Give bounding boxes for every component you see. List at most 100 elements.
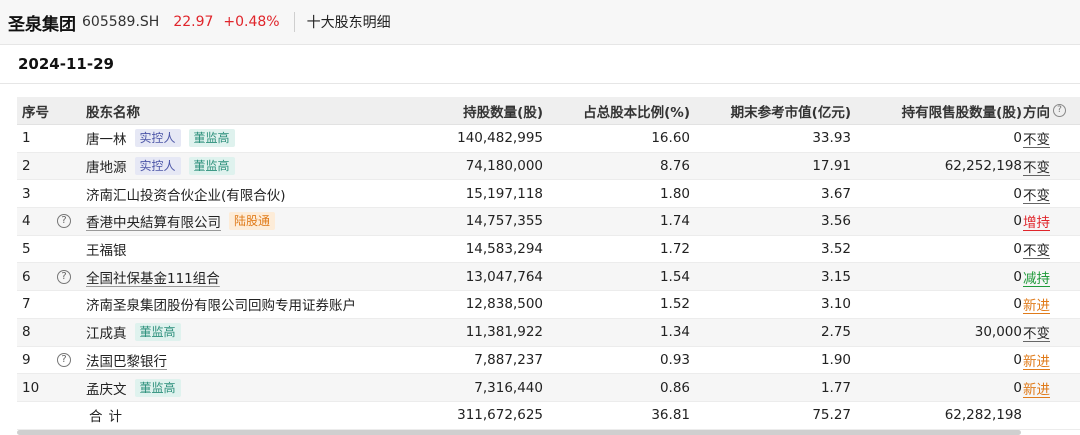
market-value: 1.77 <box>820 379 851 396</box>
question-circle-icon[interactable]: ? <box>57 214 71 229</box>
direction-link[interactable]: 不变 <box>1023 239 1050 259</box>
shareholder-name-cell: 唐一林 实控人 董监高 <box>86 125 235 152</box>
shares-value: 11,381,922 <box>465 324 543 341</box>
shareholder-name: 孟庆文 <box>86 381 127 398</box>
shareholder-name-cell: 济南汇山投资合伙企业(有限合伙) <box>86 180 286 207</box>
table-row: 9? 法国巴黎银行 7,887,237 0.93 1.90 0 新进 <box>17 347 1080 375</box>
market-value: 3.52 <box>820 241 851 258</box>
direction-link[interactable]: 新进 <box>1023 294 1050 314</box>
market-value: 3.67 <box>820 185 851 202</box>
row-index: 1 <box>22 130 31 147</box>
restricted-value: 0 <box>1013 130 1022 147</box>
shareholder-name-cell: 王福银 <box>86 236 127 263</box>
shareholder-name-cell: 全国社保基金111组合 <box>86 263 220 290</box>
table-row: 3 济南汇山投资合伙企业(有限合伙) 15,197,118 1.80 3.67 0 不变 <box>17 180 1080 209</box>
shares-value: 14,583,294 <box>465 241 543 258</box>
shareholder-name: 唐地源 <box>86 160 127 177</box>
shareholder-name-cell: 香港中央結算有限公司 陆股通 <box>86 208 276 235</box>
horizontal-scrollbar[interactable] <box>17 430 1021 435</box>
table-row: 10 孟庆文 董监高 7,316,440 0.86 1.77 0 新进 <box>17 374 1080 402</box>
restricted-value: 0 <box>1013 379 1022 396</box>
table-row: 6? 全国社保基金111组合 13,047,764 1.54 3.15 0 减持 <box>17 263 1080 292</box>
direction-cell: 新进 <box>1023 374 1050 401</box>
shares-value: 12,838,500 <box>465 296 543 313</box>
shares-value: 74,180,000 <box>465 158 543 175</box>
ratio-value: 8.76 <box>659 158 690 175</box>
row-index: 10 <box>22 379 40 396</box>
direction-cell: 不变 <box>1023 236 1050 263</box>
direction-link[interactable]: 新进 <box>1023 378 1050 398</box>
shares-value: 15,197,118 <box>465 185 543 202</box>
shareholder-tag: 董监高 <box>188 157 235 176</box>
col-header-shares[interactable]: 持股数量(股) <box>463 97 543 124</box>
col-header-market-value[interactable]: 期末参考市值(亿元) <box>731 97 851 124</box>
shareholder-tag: 董监高 <box>188 129 235 148</box>
restricted-value: 30,000 <box>974 324 1022 341</box>
col-header-ratio[interactable]: 占总股本比例(%) <box>583 97 690 124</box>
col-header-direction: 方向 ? <box>1023 97 1066 124</box>
direction-link[interactable]: 不变 <box>1023 184 1050 204</box>
shareholder-name: 济南圣泉集团股份有限公司回购专用证券账户 <box>86 298 356 315</box>
market-value: 3.15 <box>820 268 851 285</box>
shareholder-name[interactable]: 全国社保基金111组合 <box>86 267 220 287</box>
shareholder-name[interactable]: 香港中央結算有限公司 <box>86 211 221 231</box>
direction-link[interactable]: 不变 <box>1023 322 1050 342</box>
shares-value: 7,316,440 <box>474 379 543 396</box>
shareholder-name: 江成真 <box>86 326 127 343</box>
stock-price: 22.97 <box>173 14 214 30</box>
shareholder-name-cell: 法国巴黎银行 <box>86 347 167 374</box>
row-index: 3 <box>22 185 31 202</box>
table-row: 2 唐地源 实控人 董监高 74,180,000 8.76 17.91 62,252,198 不… <box>17 152 1080 181</box>
market-value: 33.93 <box>812 130 851 147</box>
direction-link[interactable]: 增持 <box>1023 211 1050 231</box>
restricted-value: 0 <box>1013 241 1022 258</box>
table-row: 5 王福银 14,583,294 1.72 3.52 0 不变 <box>17 236 1080 264</box>
shareholder-tag: 实控人 <box>134 129 181 148</box>
row-index: 6 <box>22 268 31 285</box>
market-value: 3.56 <box>820 213 851 230</box>
direction-cell: 不变 <box>1023 319 1050 346</box>
shareholder-name-cell: 唐地源 实控人 董监高 <box>86 153 235 180</box>
shareholder-name: 唐一林 <box>86 132 127 149</box>
shareholder-tag: 董监高 <box>134 323 181 342</box>
shareholder-name[interactable]: 法国巴黎银行 <box>86 350 167 370</box>
stock-code: 605589.SH <box>82 14 160 30</box>
shareholder-name-cell: 江成真 董监高 <box>86 319 181 346</box>
row-index: 5 <box>22 241 31 258</box>
restricted-value: 62,252,198 <box>944 158 1022 175</box>
question-circle-icon[interactable]: ? <box>1053 104 1066 117</box>
direction-link[interactable]: 减持 <box>1023 267 1050 287</box>
direction-cell: 不变 <box>1023 153 1050 180</box>
ratio-value: 1.80 <box>659 185 690 202</box>
ratio-value: 1.52 <box>659 296 690 313</box>
direction-link[interactable]: 新进 <box>1023 350 1050 370</box>
restricted-value: 0 <box>1013 185 1022 202</box>
col-header-restricted[interactable]: 持有限售股数量(股) <box>902 97 1022 124</box>
restricted-value: 0 <box>1013 213 1022 230</box>
direction-cell: 新进 <box>1023 347 1050 374</box>
shares-value: 13,047,764 <box>465 268 543 285</box>
table-row: 4? 香港中央結算有限公司 陆股通 14,757,355 1.74 3.56 0 增持 <box>17 208 1080 236</box>
shares-value: 7,887,237 <box>474 351 543 368</box>
row-question-circle-icon[interactable]: ? <box>57 263 71 290</box>
row-index: 7 <box>22 296 31 313</box>
col-header-direction-label: 方向 <box>1023 104 1050 121</box>
table-body: 1 唐一林 实控人 董监高 140,482,995 16.60 33.93 0 不变 2 唐地源 实控… <box>17 125 1080 402</box>
total-label: 合计 <box>89 409 128 426</box>
row-question-circle-icon[interactable]: ? <box>57 347 71 374</box>
direction-cell: 不变 <box>1023 180 1050 207</box>
question-circle-icon[interactable]: ? <box>57 269 71 284</box>
table-header-row: 序号 股东名称 持股数量(股) 占总股本比例(%) 期末参考市值(亿元) 持有限… <box>17 97 1080 125</box>
shares-value: 14,757,355 <box>465 213 543 230</box>
table-row: 8 江成真 董监高 11,381,922 1.34 2.75 30,000 不变 <box>17 318 1080 347</box>
stock-change: +0.48% <box>223 14 280 30</box>
total-ratio: 36.81 <box>651 407 690 424</box>
question-circle-icon[interactable]: ? <box>57 352 71 367</box>
direction-link[interactable]: 不变 <box>1023 128 1050 148</box>
direction-link[interactable]: 不变 <box>1023 156 1050 176</box>
shareholder-tag: 董监高 <box>134 378 181 397</box>
stock-name: 圣泉集团 <box>8 14 76 35</box>
row-question-circle-icon[interactable]: ? <box>57 208 71 235</box>
col-header-name: 股东名称 <box>86 104 140 121</box>
shareholder-name: 王福银 <box>86 243 127 260</box>
